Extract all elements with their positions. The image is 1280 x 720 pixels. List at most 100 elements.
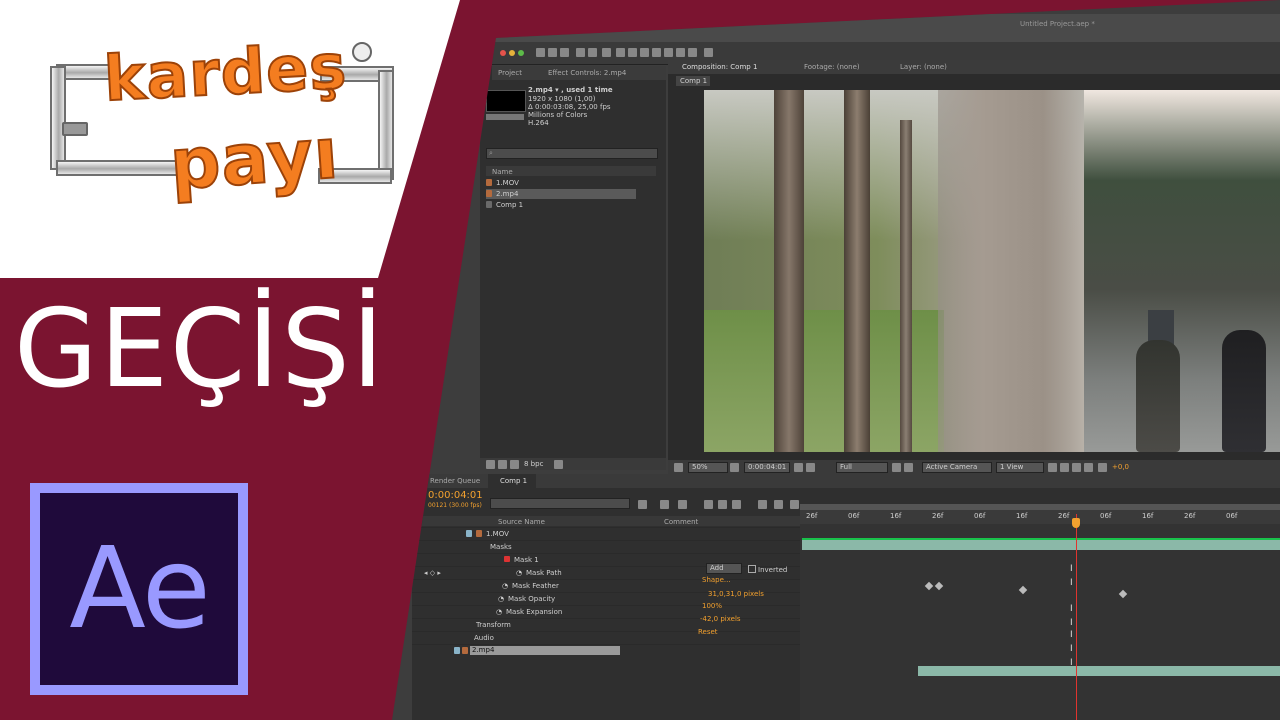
window-minimize-dot[interactable] <box>509 50 515 56</box>
view-layout-select[interactable]: 1 View <box>996 462 1044 473</box>
label-color-icon[interactable] <box>466 530 472 537</box>
fast-previews-icon[interactable] <box>1060 463 1069 472</box>
live-update-icon[interactable] <box>660 500 669 509</box>
window-zoom-dot[interactable] <box>518 50 524 56</box>
tab-composition[interactable]: Composition: Comp 1 <box>682 63 757 71</box>
timeline-search-input[interactable] <box>490 498 630 509</box>
layer-name-field[interactable]: 2.mp4 <box>470 646 620 655</box>
keyframe-ibeam[interactable]: I <box>1070 604 1073 614</box>
auto-keyframe-icon[interactable] <box>774 500 783 509</box>
playhead-handle[interactable] <box>1072 518 1080 528</box>
keyframe-diamond[interactable] <box>924 581 934 591</box>
stamp-tool-icon[interactable] <box>664 48 673 57</box>
keyframe-ibeam[interactable]: I <box>1070 618 1073 628</box>
mask-opacity-value[interactable]: 100% <box>702 602 722 610</box>
transparency-grid-icon[interactable] <box>904 463 913 472</box>
draft-3d-icon[interactable] <box>678 500 687 509</box>
column-comment[interactable]: Comment <box>664 518 698 526</box>
stopwatch-icon[interactable]: ◔ <box>516 569 522 577</box>
delete-icon[interactable] <box>554 460 563 469</box>
track-area[interactable]: I I I I I I I <box>800 524 1280 720</box>
toggle-pixel-aspect-icon[interactable] <box>1048 463 1057 472</box>
rotate-tool-icon[interactable] <box>576 48 585 57</box>
mask-color-icon[interactable] <box>504 556 510 562</box>
camera-tool-icon[interactable] <box>588 48 597 57</box>
work-area-bar[interactable] <box>800 504 1280 510</box>
hide-shy-layers-icon[interactable] <box>704 500 713 509</box>
audio-row[interactable]: Audio <box>412 631 800 644</box>
always-preview-icon[interactable] <box>674 463 683 472</box>
composition-mini-flowchart-icon[interactable] <box>638 500 647 509</box>
keyframe-diamond[interactable] <box>934 581 944 591</box>
region-of-interest-icon[interactable] <box>892 463 901 472</box>
zoom-select[interactable]: 50% <box>688 462 728 473</box>
playhead-line[interactable] <box>1076 514 1077 720</box>
column-source-name[interactable]: Source Name <box>498 518 545 526</box>
motion-blur-icon[interactable] <box>732 500 741 509</box>
window-close-dot[interactable] <box>500 50 506 56</box>
tab-effect-controls[interactable]: Effect Controls: 2.mp4 <box>548 69 626 77</box>
timeline-timecode[interactable]: 0:00:04:01 <box>428 490 483 501</box>
mask-path-value[interactable]: Shape... <box>702 576 731 584</box>
mask-feather-value[interactable]: 31,0,31,0 pixels <box>708 590 764 598</box>
rectangle-tool-icon[interactable] <box>616 48 625 57</box>
stopwatch-icon[interactable]: ◔ <box>498 595 504 603</box>
keyframe-nav-icon[interactable]: ◂ ◇ ▸ <box>424 569 441 577</box>
keyframe-ibeam[interactable]: I <box>1070 658 1073 668</box>
zoom-tool-icon[interactable] <box>560 48 569 57</box>
exposure-value[interactable]: +0,0 <box>1112 463 1129 471</box>
frame-blending-icon[interactable] <box>718 500 727 509</box>
project-item-selected[interactable]: 2.mp4 <box>486 189 636 199</box>
pen-tool-icon[interactable] <box>628 48 637 57</box>
inverted-checkbox[interactable] <box>748 565 756 573</box>
transform-row[interactable]: Transform <box>412 618 800 631</box>
tab-project[interactable]: Project <box>498 69 522 77</box>
column-name[interactable]: Name <box>492 168 513 176</box>
puppet-tool-icon[interactable] <box>704 48 713 57</box>
tab-render-queue[interactable]: Render Queue <box>430 477 480 485</box>
text-tool-icon[interactable] <box>640 48 649 57</box>
layer-row[interactable]: 2.mp4 <box>412 644 800 657</box>
mask-expansion-value[interactable]: -42,0 pixels <box>700 615 741 623</box>
hand-tool-icon[interactable] <box>548 48 557 57</box>
resolution-select[interactable]: Full <box>836 462 888 473</box>
composition-image[interactable] <box>704 90 1280 452</box>
project-item[interactable]: 1.MOV <box>486 178 636 188</box>
keyframe-diamond[interactable] <box>1018 585 1028 595</box>
keyframe-ibeam[interactable]: I <box>1070 644 1073 654</box>
mask-mode-select[interactable]: Add <box>706 563 742 574</box>
layer-bar-1mov[interactable] <box>802 538 1280 550</box>
new-composition-icon[interactable] <box>510 460 519 469</box>
brush-tool-icon[interactable] <box>652 48 661 57</box>
layer-bar-2mp4[interactable] <box>918 666 1280 676</box>
project-search-input[interactable]: ⌕ <box>486 148 658 159</box>
graph-editor-icon[interactable] <box>790 500 799 509</box>
current-time-field[interactable]: 0:00:04:01 <box>744 462 790 473</box>
exposure-icon[interactable] <box>1098 463 1107 472</box>
bit-depth-label[interactable]: 8 bpc <box>524 460 543 468</box>
comp-breadcrumb[interactable]: Comp 1 <box>676 76 710 86</box>
new-folder-icon[interactable] <box>498 460 507 469</box>
keyframe-diamond[interactable] <box>1118 589 1128 599</box>
brainstorm-icon[interactable] <box>758 500 767 509</box>
show-channel-icon[interactable] <box>806 463 815 472</box>
snapshot-icon[interactable] <box>794 463 803 472</box>
grid-icon[interactable] <box>730 463 739 472</box>
flowchart-icon[interactable] <box>1084 463 1093 472</box>
eraser-tool-icon[interactable] <box>676 48 685 57</box>
layer-row[interactable]: 1.MOV <box>412 527 800 540</box>
interpret-footage-icon[interactable] <box>486 460 495 469</box>
pan-behind-tool-icon[interactable] <box>602 48 611 57</box>
label-color-icon[interactable] <box>454 647 460 654</box>
keyframe-ibeam[interactable]: I <box>1070 564 1073 574</box>
reset-link[interactable]: Reset <box>698 628 718 636</box>
project-item[interactable]: Comp 1 <box>486 200 636 210</box>
keyframe-ibeam[interactable]: I <box>1070 630 1073 640</box>
selection-tool-icon[interactable] <box>536 48 545 57</box>
keyframe-ibeam[interactable]: I <box>1070 578 1073 588</box>
camera-select[interactable]: Active Camera <box>922 462 992 473</box>
stopwatch-icon[interactable]: ◔ <box>502 582 508 590</box>
mask-expansion-row[interactable]: ◔ Mask Expansion <box>412 605 800 618</box>
tab-comp-active[interactable]: Comp 1 <box>488 474 536 488</box>
masks-row[interactable]: Masks <box>412 540 800 553</box>
